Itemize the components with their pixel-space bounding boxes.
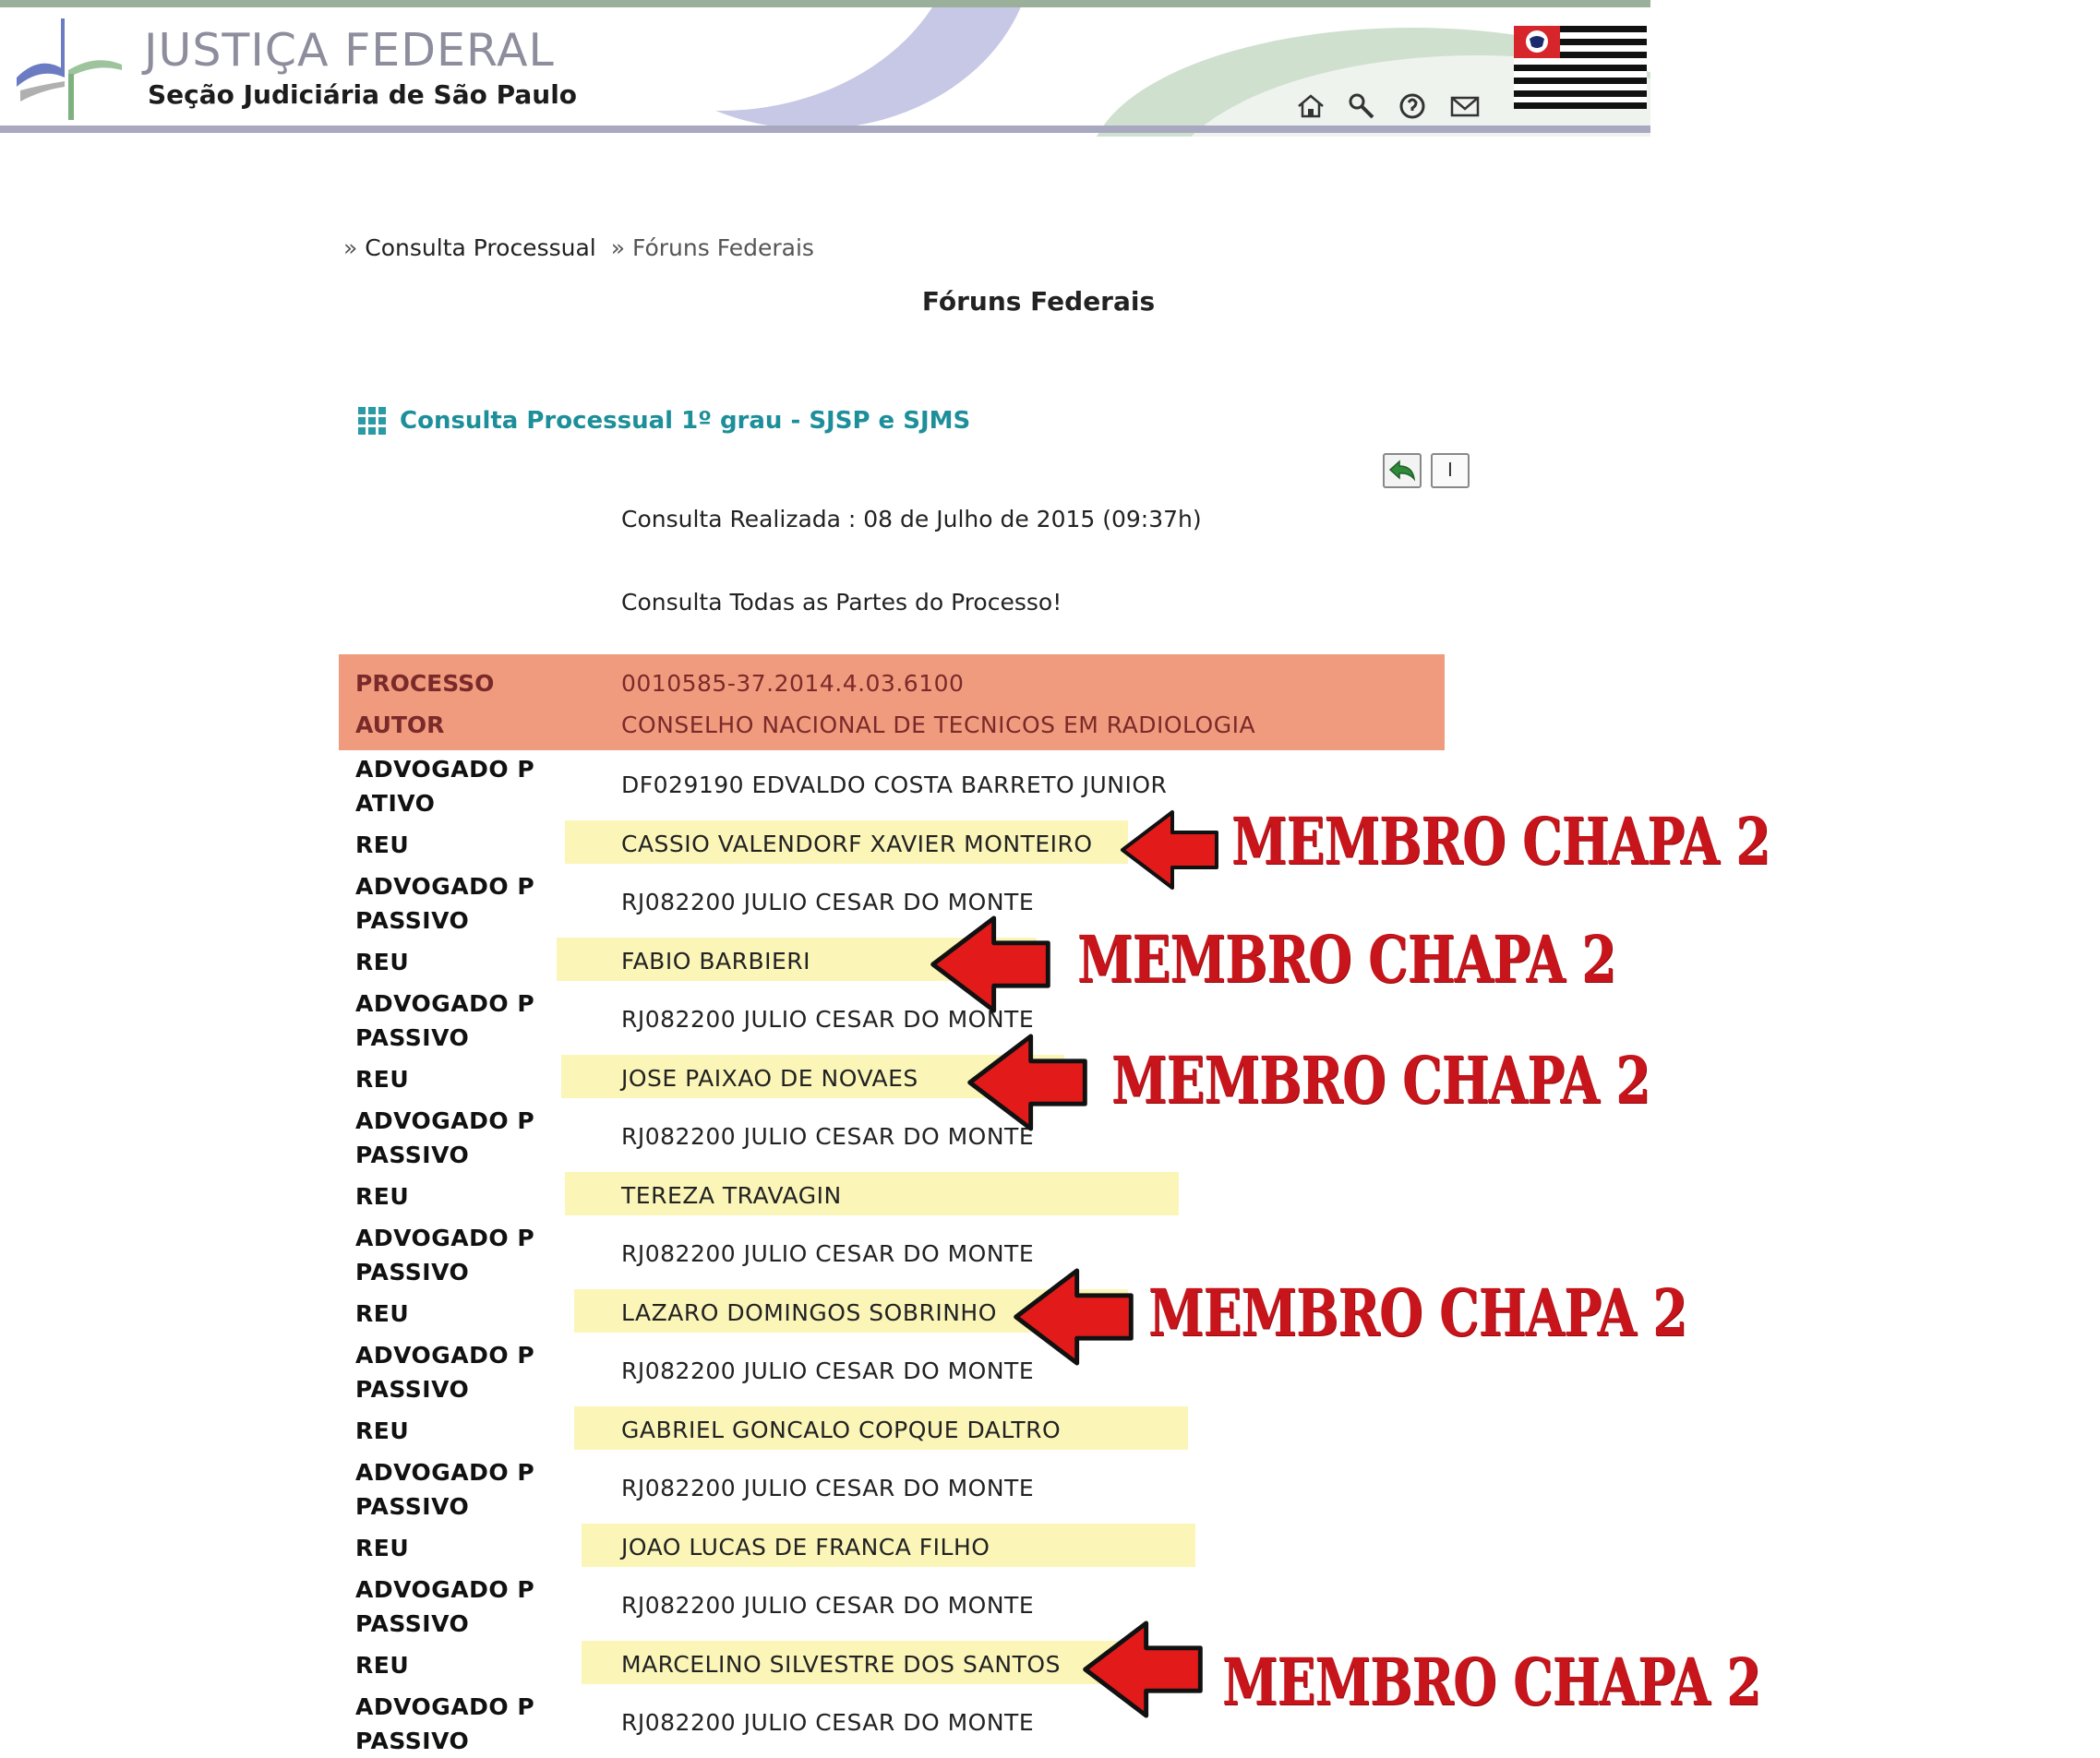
party-name: RJ082200 JULIO CESAR DO MONTE [621,1709,1035,1736]
red-arrow-icon [1121,810,1218,890]
red-arrow-icon [930,915,1050,1013]
grid-icon [358,407,386,435]
party-name: RJ082200 JULIO CESAR DO MONTE [621,1592,1035,1619]
party-role-label: ADVOGADO P PASSIVO [355,1342,535,1403]
party-role-label: ADVOGADO P ATIVO [355,756,535,817]
party-role-label: REU [355,1183,410,1210]
autor-label: AUTOR [355,712,445,738]
party-name: RJ082200 JULIO CESAR DO MONTE [621,1475,1035,1501]
party-role-label: ADVOGADO P PASSIVO [355,1225,535,1286]
party-name: FABIO BARBIERI [621,948,811,975]
party-role-label: REU [355,1535,410,1561]
annotation-membro-chapa: MEMBRO CHAPA 2 [1111,1042,1650,1118]
site-header: JUSTIÇA FEDERAL Seção Judiciária de São … [0,0,1650,137]
party-role-label: ADVOGADO P PASSIVO [355,990,535,1051]
party-name: RJ082200 JULIO CESAR DO MONTE [621,1357,1035,1384]
back-arrow-icon [1388,460,1416,482]
processo-number[interactable]: 0010585-37.2014.4.03.6100 [621,670,964,697]
party-name: JOSE PAIXAO DE NOVAES [621,1065,918,1092]
party-role-label: REU [355,1300,410,1327]
annotation-membro-chapa: MEMBRO CHAPA 2 [1077,921,1616,998]
breadcrumb-current: Fóruns Federais [631,234,814,261]
breadcrumb: » Consulta Processual » Fóruns Federais [343,234,814,261]
red-arrow-icon [1083,1620,1203,1718]
party-name: LAZARO DOMINGOS SOBRINHO [621,1299,997,1326]
site-title: JUSTIÇA FEDERAL [144,24,555,77]
party-role-label: ADVOGADO P PASSIVO [355,1459,535,1520]
back-button[interactable] [1383,453,1422,488]
party-name: MARCELINO SILVESTRE DOS SANTOS [621,1651,1061,1678]
autor-name: CONSELHO NACIONAL DE TECNICOS EM RADIOLO… [621,712,1256,738]
party-role-label: REU [355,1066,410,1093]
party-name: GABRIEL GONCALO COPQUE DALTRO [621,1417,1062,1443]
annotation-membro-chapa: MEMBRO CHAPA 2 [1148,1274,1687,1351]
red-arrow-icon [967,1034,1087,1131]
party-role-label: REU [355,949,410,975]
processo-label: PROCESSO [355,670,495,697]
party-role-label: REU [355,1652,410,1679]
party-role-label: ADVOGADO P PASSIVO [355,873,535,934]
consulta-note: Consulta Todas as Partes do Processo! [621,589,1062,616]
breadcrumb-consulta-processual[interactable]: Consulta Processual [365,234,595,261]
section-heading: Consulta Processual 1º grau - SJSP e SJM… [357,406,970,436]
red-arrow-icon [1014,1268,1134,1366]
party-name: CASSIO VALENDORF XAVIER MONTEIRO [621,831,1093,857]
party-name: JOAO LUCAS DE FRANCA FILHO [621,1534,990,1561]
consulta-date: Consulta Realizada : 08 de Julho de 2015… [621,506,1202,532]
justica-federal-logo[interactable] [13,13,124,124]
annotation-membro-chapa: MEMBRO CHAPA 2 [1222,1644,1761,1720]
mail-icon[interactable] [1449,90,1481,122]
party-name: DF029190 EDVALDO COSTA BARRETO JUNIOR [621,771,1168,798]
site-subtitle: Seção Judiciária de São Paulo [148,79,578,110]
print-button[interactable]: I [1431,453,1470,488]
search-icon[interactable] [1346,90,1377,122]
section-heading-text: Consulta Processual 1º grau - SJSP e SJM… [400,407,971,435]
party-name: RJ082200 JULIO CESAR DO MONTE [621,1240,1035,1267]
party-role-label: REU [355,1417,410,1444]
annotation-membro-chapa: MEMBRO CHAPA 2 [1231,803,1770,879]
home-icon[interactable] [1295,90,1326,122]
page-title: Fóruns Federais [921,286,1156,317]
party-name: TEREZA TRAVAGIN [621,1182,842,1209]
party-role-label: ADVOGADO P PASSIVO [355,1107,535,1168]
party-role-label: REU [355,831,410,858]
help-icon[interactable] [1397,90,1428,122]
sao-paulo-flag-icon [1514,26,1647,109]
party-role-label: ADVOGADO P PASSIVO [355,1576,535,1637]
party-name: RJ082200 JULIO CESAR DO MONTE [621,889,1035,915]
